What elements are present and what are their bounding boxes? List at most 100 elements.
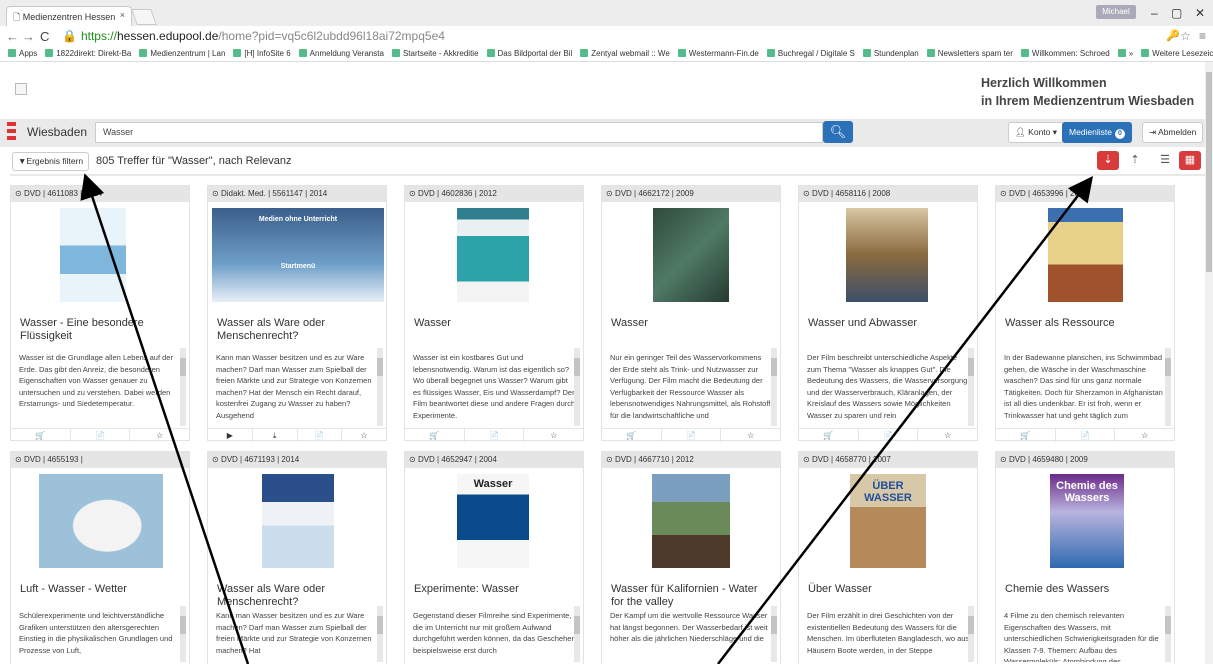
card-description-scrollbar[interactable] <box>574 348 580 426</box>
result-card[interactable]: ⊙ DVD | 4671193 | 2014 Wasser als Ware od… <box>207 451 387 664</box>
card-title[interactable]: Wasser und Abwasser <box>808 317 968 330</box>
document-icon[interactable]: 📄 <box>1056 429 1116 442</box>
cover-image[interactable]: Wasser <box>457 474 529 568</box>
menu-icon[interactable]: ≡ <box>1199 29 1206 43</box>
menu-bars-icon[interactable] <box>7 122 16 144</box>
konto-button[interactable]: 👤︎ Konto ▾ <box>1008 122 1065 143</box>
card-description-scrollbar[interactable] <box>968 606 974 662</box>
card-title[interactable]: Wasser <box>414 317 574 330</box>
play-icon[interactable]: ▶ <box>208 429 253 442</box>
result-card[interactable]: ⊙ DVD | 4659480 | 2009 Chemie des Wassers… <box>995 451 1175 664</box>
bookmark-item[interactable]: Weitere Lesezeichen <box>1141 46 1213 61</box>
card-description-scrollbar[interactable] <box>1165 348 1171 426</box>
result-card[interactable]: ⊙ DVD | 4652947 | 2004 Wasser Experimente:… <box>404 451 584 664</box>
cart-icon[interactable]: 🛒 <box>602 429 662 442</box>
card-title[interactable]: Wasser als Ressource <box>1005 317 1165 330</box>
key-icon[interactable]: 🔑 <box>1166 29 1180 42</box>
card-image-area[interactable]: Chemie des Wassers <box>996 468 1174 576</box>
close-tab-icon[interactable]: × <box>120 10 125 20</box>
star-icon[interactable]: ☆ <box>130 429 189 442</box>
user-profile-badge[interactable]: Michael <box>1096 5 1136 19</box>
download-icon[interactable]: ⤓ <box>253 429 298 442</box>
bookmark-item[interactable]: Stundenplan <box>862 46 919 61</box>
bookmark-item[interactable]: Willkommen: Schroed <box>1020 46 1110 61</box>
abmelden-button[interactable]: ⇥ Abmelden <box>1142 122 1204 143</box>
card-description-scrollbar[interactable] <box>377 606 383 662</box>
document-icon[interactable]: 📄 <box>662 429 722 442</box>
card-description-scrollbar[interactable] <box>1165 606 1171 662</box>
document-icon[interactable]: 📄 <box>859 429 919 442</box>
grid-view-icon[interactable]: ▦ <box>1179 151 1201 170</box>
cart-icon[interactable]: 🛒 <box>799 429 859 442</box>
card-title[interactable]: Wasser für Kalifornien - Water for the v… <box>611 583 771 609</box>
bookmark-item[interactable]: Medienzentrum | Lan <box>139 46 225 61</box>
maximize-icon[interactable]: ▢ <box>1171 6 1182 20</box>
cover-image[interactable]: Chemie des Wassers <box>1050 474 1124 568</box>
result-card[interactable]: ⊙ DVD | 4653996 | 2011 Wasser als Ressour… <box>995 185 1175 442</box>
card-image-area[interactable] <box>11 202 189 310</box>
sort-asc-icon[interactable]: ⇡ <box>1124 151 1146 170</box>
document-icon[interactable]: 📄 <box>298 429 343 442</box>
cover-image[interactable] <box>652 474 730 568</box>
bookmark-item[interactable]: 1822direkt: Direkt-Ba <box>45 46 131 61</box>
page-scrollbar[interactable] <box>1205 62 1213 664</box>
search-button[interactable]: 🔍︎ <box>823 121 853 143</box>
medienliste-button[interactable]: Medienliste 0 <box>1062 122 1132 143</box>
card-image-area[interactable]: ÜBER WASSER <box>799 468 977 576</box>
card-image-area[interactable] <box>996 202 1174 310</box>
window-close-icon[interactable]: ✕ <box>1195 6 1205 20</box>
cover-image[interactable] <box>1048 208 1123 302</box>
result-card[interactable]: ⊙ DVD | 4655193 | Luft - Wasser - Wetter S… <box>10 451 190 664</box>
cover-image[interactable] <box>653 208 729 302</box>
cover-image[interactable] <box>262 474 334 568</box>
search-input[interactable]: Wasser <box>95 122 823 143</box>
card-title[interactable]: Experimente: Wasser <box>414 583 574 596</box>
bookmark-item[interactable]: Anmeldung Veransta <box>298 46 384 61</box>
card-description-scrollbar[interactable] <box>180 606 186 662</box>
sort-desc-icon[interactable]: ⇣ <box>1097 151 1119 170</box>
bookmark-item[interactable]: Buchregal / Digitale S <box>766 46 855 61</box>
cart-icon[interactable]: 🛒 <box>405 429 465 442</box>
cover-image[interactable]: Medien ohne Unterricht Startmenü <box>212 208 384 302</box>
bookmark-item[interactable]: Das Bildportal der Bil <box>486 46 572 61</box>
bookmark-item[interactable]: Zentyal webmail :: We <box>580 46 670 61</box>
document-icon[interactable]: 📄 <box>71 429 131 442</box>
browser-tab[interactable]: 🗋 Medienzentren Hessen × <box>6 6 132 26</box>
card-image-area[interactable] <box>405 202 583 310</box>
filter-button[interactable]: ▼Ergebnis filtern <box>12 152 90 171</box>
card-image-area[interactable] <box>602 468 780 576</box>
card-title[interactable]: Wasser als Ware oder Menschenrecht? <box>217 317 377 343</box>
card-title[interactable]: Wasser <box>611 317 771 330</box>
card-title[interactable]: Über Wasser <box>808 583 968 596</box>
document-icon[interactable]: 📄 <box>465 429 525 442</box>
star-icon[interactable]: ☆ <box>524 429 583 442</box>
url-field[interactable]: 🔒 https://hessen.edupool.de/home?pid=vq5c… <box>62 28 1192 45</box>
new-tab-button[interactable] <box>131 9 157 25</box>
card-image-area[interactable]: Medien ohne Unterricht Startmenü <box>208 202 386 310</box>
bookmark-item[interactable]: Westermann-Fin.de <box>677 46 759 61</box>
bookmark-item[interactable]: [H] InfoSite 6 <box>233 46 291 61</box>
card-title[interactable]: Wasser als Ware oder Menschenrecht? <box>217 583 377 609</box>
reload-icon[interactable]: C <box>40 29 49 44</box>
cover-image[interactable] <box>457 208 529 302</box>
cover-image[interactable] <box>60 208 126 302</box>
card-title[interactable]: Chemie des Wassers <box>1005 583 1165 596</box>
bookmark-item[interactable]: Newsletters spam ter <box>926 46 1013 61</box>
star-icon[interactable]: ☆ <box>1115 429 1174 442</box>
card-image-area[interactable] <box>602 202 780 310</box>
result-card[interactable]: ⊙ DVD | 4658116 | 2008 Wasser und Abwasse… <box>798 185 978 442</box>
card-description-scrollbar[interactable] <box>574 606 580 662</box>
card-description-scrollbar[interactable] <box>968 348 974 426</box>
cover-image[interactable] <box>39 474 163 568</box>
card-description-scrollbar[interactable] <box>771 606 777 662</box>
card-image-area[interactable] <box>799 202 977 310</box>
card-description-scrollbar[interactable] <box>180 348 186 426</box>
result-card[interactable]: ⊙ DVD | 4658770 | 2007 ÜBER WASSER Über Wa… <box>798 451 978 664</box>
result-card[interactable]: ⊙ DVD | 4611083 | 2014 Wasser - Eine beso… <box>10 185 190 442</box>
star-icon[interactable]: ☆ <box>721 429 780 442</box>
result-card[interactable]: ⊙ DVD | 4602836 | 2012 Wasser Wasser ist e… <box>404 185 584 442</box>
result-card[interactable]: ⊙ DVD | 4662172 | 2009 Wasser Nur ein geri… <box>601 185 781 442</box>
star-icon[interactable]: ☆ <box>918 429 977 442</box>
result-card[interactable]: ⊙ Didakt. Med. | 5561147 | 2014 Medien oh… <box>207 185 387 442</box>
minimize-icon[interactable]: – <box>1151 6 1158 20</box>
